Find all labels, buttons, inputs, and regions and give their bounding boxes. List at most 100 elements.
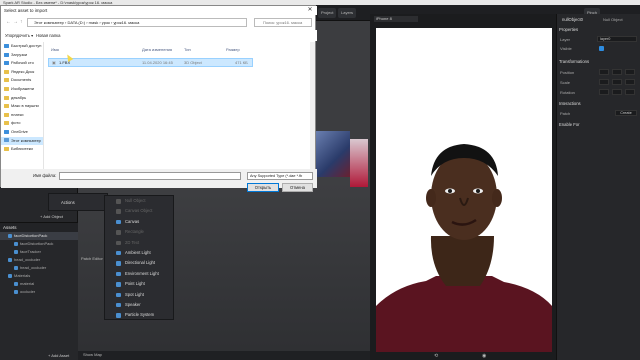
asset-item[interactable]: Materials [0, 272, 78, 280]
toolbar-layers-button[interactable]: Layers [338, 8, 357, 18]
nav-item-onedrive[interactable]: OneDrive [1, 128, 43, 137]
nav-item-yandex-disk[interactable]: Яндекс.Диск [1, 68, 43, 77]
menu-item-particle-system[interactable]: Particle System [105, 310, 173, 320]
nav-item-december[interactable]: декабрь [1, 94, 43, 103]
column-header-date[interactable]: Дата изменения [142, 47, 172, 52]
add-asset-button[interactable]: + Add Asset [48, 353, 69, 358]
asset-label: occluder [20, 289, 36, 294]
file-type-select[interactable]: Any Supported Type (*.dae *.fb [247, 172, 313, 180]
scene-object-preview[interactable] [350, 139, 368, 187]
menu-item-null-object[interactable]: Null Object [105, 196, 173, 206]
menu-item-2d-text[interactable]: 2D Text [105, 238, 173, 248]
patch-label: Patch [560, 111, 571, 116]
filename-label: Имя файла: [33, 173, 57, 178]
column-header-name[interactable]: Имя [51, 47, 59, 52]
nav-item-quick-access[interactable]: Быстрый доступ [1, 42, 43, 51]
new-folder-button[interactable]: Новая папка [36, 30, 60, 41]
asset-icon [8, 257, 12, 262]
layer-label: Layer [560, 37, 571, 42]
cancel-button[interactable]: Отмена [282, 183, 313, 192]
patch-editor-label[interactable]: Patch Editor [81, 256, 103, 261]
rotation-x-field[interactable] [599, 89, 609, 95]
asset-item[interactable]: head_occluder [0, 264, 78, 272]
asset-item[interactable]: occluder [0, 288, 78, 296]
nav-item-documents[interactable]: Documents [1, 76, 43, 85]
position-x-field[interactable] [599, 69, 609, 75]
nav-item-photo[interactable]: фото [1, 119, 43, 128]
search-input[interactable]: Поиск: урок16. маска [254, 18, 312, 27]
camera-icon[interactable]: ◉ [482, 353, 486, 359]
asset-item[interactable]: faceDistortionPack [0, 240, 78, 248]
address-bar[interactable]: Этот компьютер › DATA (D:) › mask › урок… [27, 18, 247, 27]
scene-object-preview[interactable] [316, 131, 350, 177]
folder-icon [4, 104, 9, 109]
nav-item-downloads[interactable]: Загрузки [1, 51, 43, 60]
speaker-icon [116, 302, 121, 308]
scale-x-field[interactable] [599, 79, 609, 85]
menu-item-canvas[interactable]: Canvas [105, 217, 173, 227]
properties-section-label[interactable]: Properties [559, 27, 578, 32]
device-select[interactable]: iPhone 8 [374, 16, 418, 22]
column-header-size[interactable]: Размер [226, 47, 240, 52]
toolbar-project-button[interactable]: Project [318, 8, 337, 18]
asset-item[interactable]: faceDistortionPack [0, 232, 78, 240]
file-row[interactable]: ▣ 1.FBX 11.04.2020 16:45 3D Object 471 К… [48, 58, 253, 67]
asset-item[interactable]: material [0, 280, 78, 288]
folder-icon [4, 78, 9, 83]
rotation-y-field[interactable] [612, 89, 622, 95]
transformations-section-label[interactable]: Transformations [559, 59, 589, 64]
file-date: 11.04.2020 16:45 [142, 60, 173, 65]
back-arrow-icon[interactable]: ← [6, 18, 11, 27]
asset-item[interactable]: faceTracker [0, 248, 78, 256]
nav-item-libraries[interactable]: Библиотеки [1, 145, 43, 154]
position-z-field[interactable] [625, 69, 635, 75]
device-screen[interactable] [376, 28, 552, 358]
show-map-button[interactable]: Show Map [83, 352, 102, 357]
asset-label: head_occluder [20, 265, 47, 270]
column-header-type[interactable]: Тип [184, 47, 191, 52]
nav-item-label: платки [11, 111, 24, 117]
up-arrow-icon[interactable]: ↑ [20, 18, 23, 27]
menu-item-speaker[interactable]: Speaker [105, 300, 173, 310]
menu-item-point-light[interactable]: Point Light [105, 279, 173, 289]
menu-item-label: Rectangle [125, 229, 144, 235]
interactions-section-label[interactable]: Interactions [559, 101, 581, 106]
actions-menu-label[interactable]: Actions [49, 194, 107, 205]
menu-item-environment-light[interactable]: Environment Light [105, 269, 173, 279]
position-y-field[interactable] [612, 69, 622, 75]
rotation-z-field[interactable] [625, 89, 635, 95]
organize-button[interactable]: Упорядочить ▾ [5, 30, 33, 41]
preview-footer: ⟲ ◉ [370, 352, 556, 360]
vertical-scrollbar[interactable] [310, 42, 315, 169]
scale-z-field[interactable] [625, 79, 635, 85]
nav-item-scarves[interactable]: платки [1, 111, 43, 120]
add-object-button[interactable]: + Add Object [40, 214, 63, 219]
menu-item-ambient-light[interactable]: Ambient Light [105, 248, 173, 258]
menu-item-directional-light[interactable]: Directional Light [105, 258, 173, 268]
nav-item-desktop[interactable]: Рабочий сто [1, 59, 43, 68]
menu-item-canvas-object[interactable]: Canvas Object [105, 206, 173, 216]
layer-select[interactable]: layer0 [597, 36, 637, 42]
menu-item-spot-light[interactable]: Spot Light [105, 290, 173, 300]
dialog-title: Select asset to import [1, 6, 317, 15]
nav-item-max-headphones[interactable]: Макс в наушни [1, 102, 43, 111]
menu-item-rectangle[interactable]: Rectangle [105, 227, 173, 237]
create-patch-button[interactable]: Create [615, 110, 637, 116]
nav-item-this-pc[interactable]: Этот компьютер [1, 136, 43, 146]
cloud-icon [4, 129, 9, 134]
rotate-icon[interactable]: ⟲ [434, 353, 438, 359]
inspector-panel: nullObject0 Null Object Properties Layer… [556, 14, 640, 360]
dialog-close-button[interactable]: ✕ [304, 6, 316, 15]
file-list: Имя Дата изменения Тип Размер ▣ 1.FBX 11… [45, 42, 315, 169]
inspector-object-type: Null Object [603, 17, 623, 22]
open-button[interactable]: Открыть [247, 183, 279, 192]
scale-y-field[interactable] [612, 79, 622, 85]
visible-checkbox[interactable] [599, 46, 604, 51]
filename-input[interactable] [59, 172, 241, 180]
nav-item-images[interactable]: Изображени [1, 85, 43, 94]
nav-item-label: OneDrive [11, 128, 28, 134]
text-icon [116, 240, 121, 246]
enable-for-section-label[interactable]: Enable For [559, 122, 579, 127]
forward-arrow-icon[interactable]: → [13, 18, 18, 27]
asset-item[interactable]: head_occluder [0, 256, 78, 264]
